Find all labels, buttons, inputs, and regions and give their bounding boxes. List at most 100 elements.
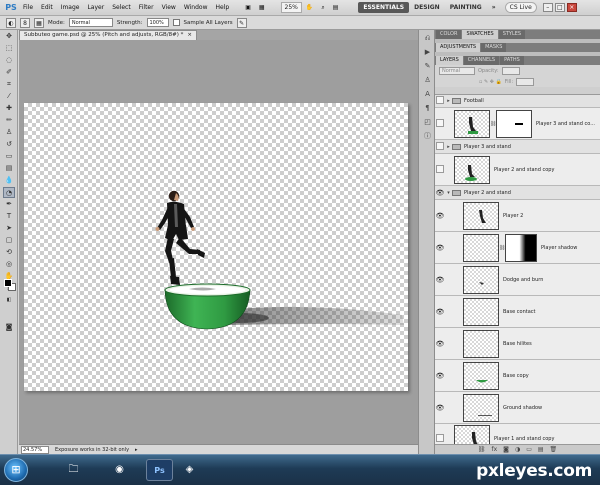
zoom-level-select[interactable]: 25% bbox=[280, 2, 302, 13]
close-button[interactable]: × bbox=[566, 3, 577, 12]
arrange-documents-icon[interactable]: ▤ bbox=[329, 4, 343, 11]
menu-edit[interactable]: Edit bbox=[37, 4, 57, 11]
brush-preset-picker[interactable]: 8 bbox=[20, 17, 30, 28]
menu-window[interactable]: Window bbox=[180, 4, 212, 11]
layer-style-icon[interactable]: fx bbox=[491, 446, 497, 453]
tab-color[interactable]: COLOR bbox=[436, 30, 462, 39]
layer-player-3-and-stand-copy[interactable]: ⛓ Player 3 and stand co... bbox=[435, 108, 600, 140]
blend-mode-select[interactable]: Normal bbox=[439, 66, 475, 75]
start-button[interactable]: ⊞ bbox=[4, 458, 28, 482]
view-extras-icon[interactable]: ▦ bbox=[255, 4, 269, 11]
app-taskbar-icon[interactable]: ◈ bbox=[176, 459, 203, 481]
layer-ground-shadow[interactable]: 👁 Ground shadow bbox=[435, 392, 600, 424]
tab-layers[interactable]: LAYERS bbox=[436, 56, 463, 65]
add-mask-icon[interactable]: ◙ bbox=[503, 446, 509, 453]
tab-adjustments[interactable]: ADJUSTMENTS bbox=[436, 43, 481, 52]
workspace-more-button[interactable]: » bbox=[487, 2, 501, 13]
tab-paths[interactable]: PATHS bbox=[500, 56, 524, 65]
explorer-taskbar-icon[interactable]: 🗀 bbox=[60, 459, 87, 481]
menu-file[interactable]: File bbox=[19, 4, 37, 11]
layer-player-shadow[interactable]: 👁 ⛓ Player shadow bbox=[435, 232, 600, 264]
history-panel-icon[interactable]: ⎌ bbox=[422, 33, 433, 43]
eye-icon[interactable]: 👁 bbox=[435, 308, 445, 316]
adjustment-layer-icon[interactable]: ◑ bbox=[515, 446, 520, 453]
cs-live-button[interactable]: CS Live bbox=[504, 2, 537, 13]
blur-tool-icon[interactable]: 💧 bbox=[3, 175, 15, 186]
visibility-toggle[interactable] bbox=[435, 119, 445, 129]
eye-icon[interactable]: 👁 bbox=[435, 244, 445, 252]
gradient-tool-icon[interactable]: ▤ bbox=[3, 163, 15, 174]
shape-tool-icon[interactable]: ▢ bbox=[3, 235, 15, 246]
layer-base-copy[interactable]: 👁 Base copy bbox=[435, 360, 600, 392]
eye-icon[interactable]: 👁 bbox=[435, 340, 445, 348]
lock-icons[interactable]: ▫ ✎ ✥ 🔒 bbox=[479, 79, 502, 85]
minimize-button[interactable]: – bbox=[542, 3, 553, 12]
sample-all-layers-checkbox[interactable] bbox=[172, 19, 180, 26]
status-zoom-field[interactable]: 24.57% bbox=[21, 445, 49, 454]
eye-icon[interactable]: 👁 bbox=[435, 276, 445, 284]
menu-view[interactable]: View bbox=[158, 4, 180, 11]
quick-select-tool-icon[interactable]: ✐ bbox=[3, 67, 15, 78]
paragraph-panel-icon[interactable]: ¶ bbox=[422, 103, 433, 113]
menu-filter[interactable]: Filter bbox=[135, 4, 158, 11]
firefox-taskbar-icon[interactable]: ◉ bbox=[106, 459, 133, 481]
visibility-toggle[interactable] bbox=[435, 96, 445, 106]
menu-layer[interactable]: Layer bbox=[83, 4, 108, 11]
zoom-icon[interactable]: ⌕ bbox=[317, 4, 328, 12]
link-layers-icon[interactable]: ⛓ bbox=[478, 446, 486, 453]
visibility-toggle[interactable] bbox=[435, 434, 445, 444]
group-expand-arrow[interactable]: ▸ bbox=[445, 98, 452, 104]
foreground-color-swatch[interactable] bbox=[4, 279, 12, 287]
group-expand-arrow[interactable]: ▸ bbox=[445, 144, 452, 150]
path-selection-tool-icon[interactable]: ➤ bbox=[3, 223, 15, 234]
eyedropper-tool-icon[interactable]: ⁄ bbox=[3, 91, 15, 102]
layer-player-2-and-stand-copy[interactable]: Player 2 and stand copy bbox=[435, 154, 600, 186]
quick-mask-icon[interactable]: ◙ bbox=[3, 322, 15, 333]
tab-styles[interactable]: STYLES bbox=[498, 30, 526, 39]
layer-mask-thumbnail[interactable] bbox=[496, 109, 532, 138]
info-panel-icon[interactable]: ⓘ bbox=[422, 131, 433, 141]
document-close-button[interactable]: × bbox=[187, 31, 192, 40]
group-collapse-arrow[interactable]: ▾ bbox=[445, 190, 452, 196]
delete-layer-icon[interactable]: 🗑 bbox=[550, 446, 558, 453]
3d-rotate-tool-icon[interactable]: ⟲ bbox=[3, 247, 15, 258]
tab-channels[interactable]: CHANNELS bbox=[463, 56, 500, 65]
layer-dodge-and-burn[interactable]: 👁 Dodge and burn bbox=[435, 264, 600, 296]
brush-panel-icon[interactable]: ✎ bbox=[422, 61, 433, 71]
tool-preset-icon[interactable]: ◐ bbox=[6, 17, 16, 28]
eraser-tool-icon[interactable]: ▭ bbox=[3, 151, 15, 162]
visibility-toggle[interactable] bbox=[435, 142, 445, 152]
lasso-tool-icon[interactable]: ◌ bbox=[3, 55, 15, 66]
crop-tool-icon[interactable]: ⌗ bbox=[3, 79, 15, 90]
document-tab[interactable]: Subbuteo game.psd @ 25% (Pitch and adjus… bbox=[19, 30, 197, 40]
workspace-essentials-button[interactable]: ESSENTIALS bbox=[358, 2, 410, 13]
clone-source-panel-icon[interactable]: ♙ bbox=[422, 75, 433, 85]
visibility-toggle[interactable] bbox=[435, 165, 445, 175]
mode-select[interactable]: Normal bbox=[68, 18, 113, 27]
healing-brush-tool-icon[interactable]: ✚ bbox=[3, 103, 15, 114]
eye-icon[interactable]: 👁 bbox=[435, 212, 445, 220]
workspace-design-button[interactable]: DESIGN bbox=[409, 2, 445, 13]
clone-stamp-tool-icon[interactable]: ♙ bbox=[3, 127, 15, 138]
menu-image[interactable]: Image bbox=[57, 4, 84, 11]
launch-bridge-icon[interactable]: ▣ bbox=[241, 4, 255, 11]
opacity-input[interactable] bbox=[501, 66, 520, 75]
new-layer-icon[interactable]: ▤ bbox=[538, 446, 544, 453]
layer-group-football[interactable]: ▸ Football bbox=[435, 95, 600, 108]
menu-help[interactable]: Help bbox=[212, 4, 234, 11]
pressure-icon[interactable]: ✎ bbox=[236, 17, 247, 28]
move-tool-icon[interactable]: ✥ bbox=[3, 31, 15, 42]
hand-icon[interactable]: ✋ bbox=[302, 4, 317, 11]
layer-group-player-3-and-stand[interactable]: ▸ Player 3 and stand bbox=[435, 140, 600, 154]
navigator-panel-icon[interactable]: ◰ bbox=[422, 117, 433, 127]
image-canvas[interactable] bbox=[24, 103, 408, 391]
brush-panel-icon[interactable]: ▦ bbox=[34, 17, 44, 28]
marquee-tool-icon[interactable]: ⬚ bbox=[3, 43, 15, 54]
history-brush-tool-icon[interactable]: ↺ bbox=[3, 139, 15, 150]
tab-swatches[interactable]: SWATCHES bbox=[462, 30, 498, 39]
status-menu-arrow[interactable]: ▸ bbox=[135, 447, 138, 453]
layer-mask-thumbnail[interactable] bbox=[505, 233, 537, 262]
fill-input[interactable] bbox=[516, 77, 535, 86]
menu-select[interactable]: Select bbox=[108, 4, 135, 11]
photoshop-taskbar-icon[interactable]: Ps bbox=[146, 459, 173, 481]
